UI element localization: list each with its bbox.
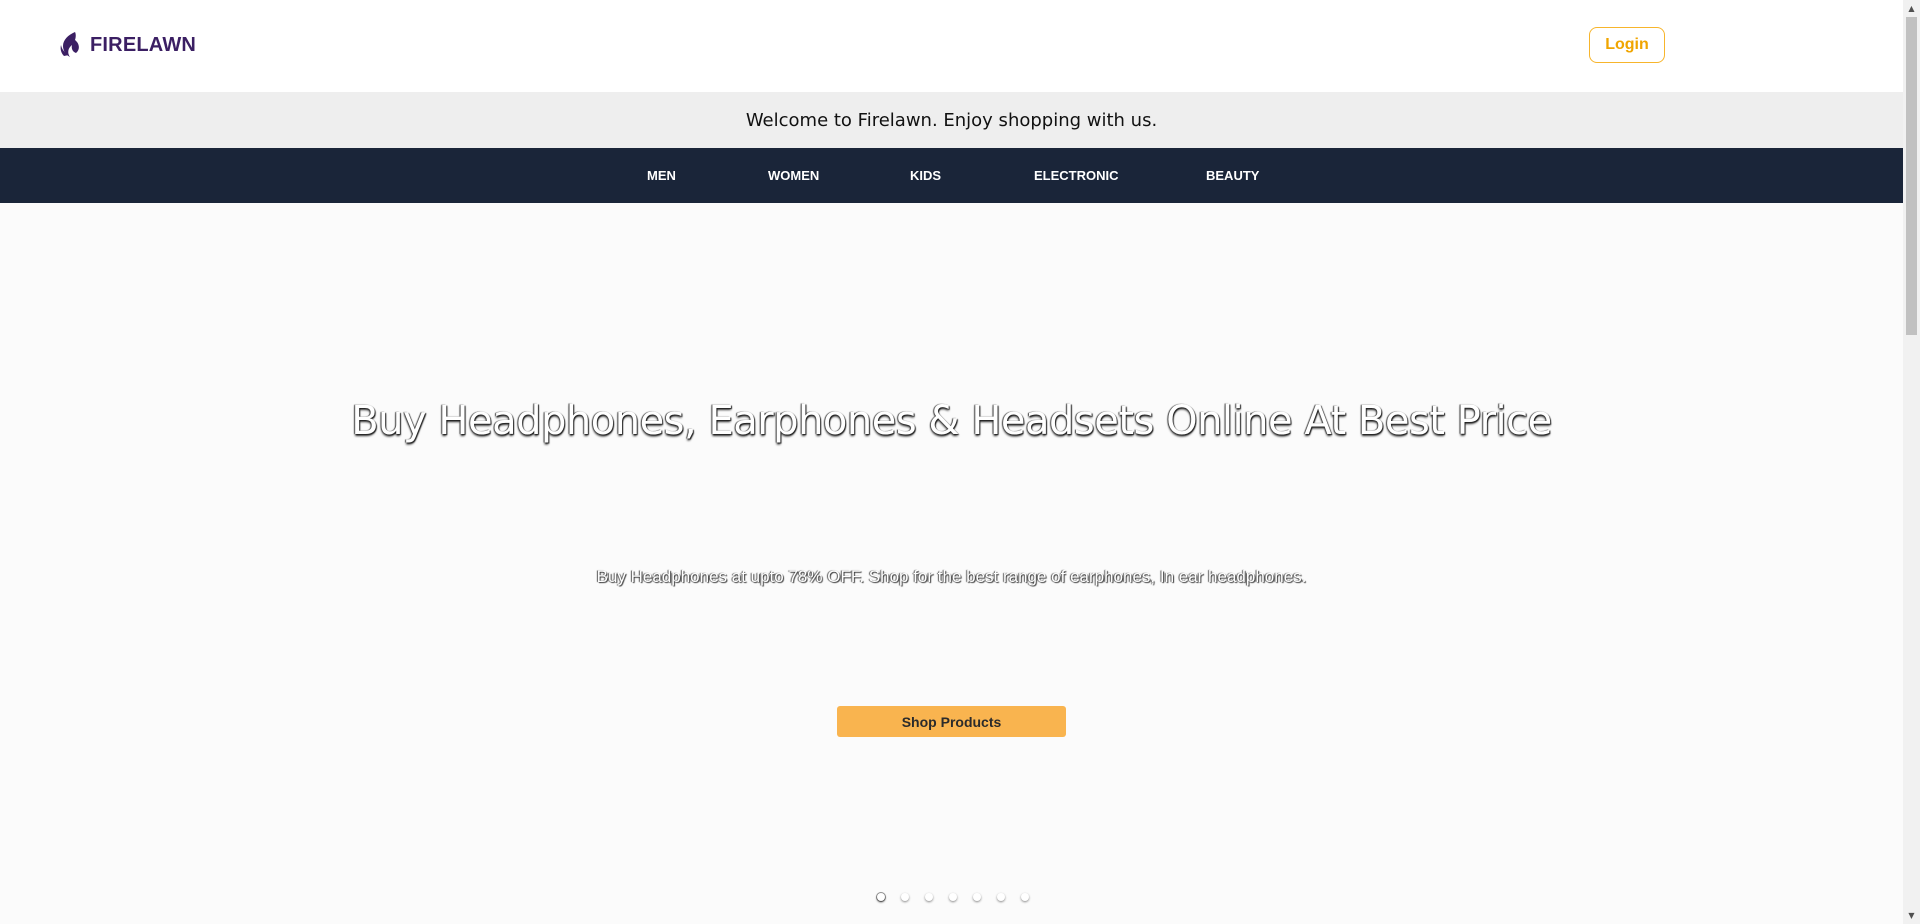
carousel-dot-7[interactable] [1021,893,1029,901]
shop-products-button[interactable]: Shop Products [837,706,1066,737]
scroll-up-arrow-icon[interactable]: ▲ [1903,0,1920,17]
nav-item-men[interactable]: MEN [647,148,676,203]
carousel-dot-6[interactable] [997,893,1005,901]
scroll-down-arrow-icon[interactable]: ▼ [1903,907,1920,924]
carousel-indicators [0,893,1903,905]
category-nav: MEN WOMEN KIDS ELECTRONIC BEAUTY [0,148,1903,203]
nav-item-women[interactable]: WOMEN [768,148,819,203]
hero-title: Buy Headphones, Earphones & Headsets Onl… [351,398,1552,444]
vertical-scrollbar[interactable]: ▲ ▼ [1903,0,1920,924]
carousel-dot-3[interactable] [925,893,933,901]
browser-viewport: FIRELAWN Login Welcome to Firelawn. Enjo… [0,0,1920,924]
scrollbar-thumb[interactable] [1906,17,1917,335]
brand-logo[interactable]: FIRELAWN [58,30,196,60]
welcome-message: Welcome to Firelawn. Enjoy shopping with… [745,109,1158,131]
carousel-dot-5[interactable] [973,893,981,901]
nav-item-kids[interactable]: KIDS [910,148,941,203]
carousel-dot-2[interactable] [901,893,909,901]
page: FIRELAWN Login Welcome to Firelawn. Enjo… [0,0,1903,924]
nav-item-electronic[interactable]: ELECTRONIC [1034,148,1119,203]
carousel-dot-1[interactable] [877,893,885,901]
welcome-banner: Welcome to Firelawn. Enjoy shopping with… [0,92,1903,148]
flame-logo-icon [58,31,84,59]
hero-subtitle: Buy Headphones at upto 78% OFF. Shop for… [596,567,1307,586]
carousel-dot-4[interactable] [949,893,957,901]
login-button[interactable]: Login [1589,27,1665,63]
brand-name: FIRELAWN [90,33,197,56]
nav-item-beauty[interactable]: BEAUTY [1206,148,1259,203]
top-header: FIRELAWN Login [0,0,1903,92]
